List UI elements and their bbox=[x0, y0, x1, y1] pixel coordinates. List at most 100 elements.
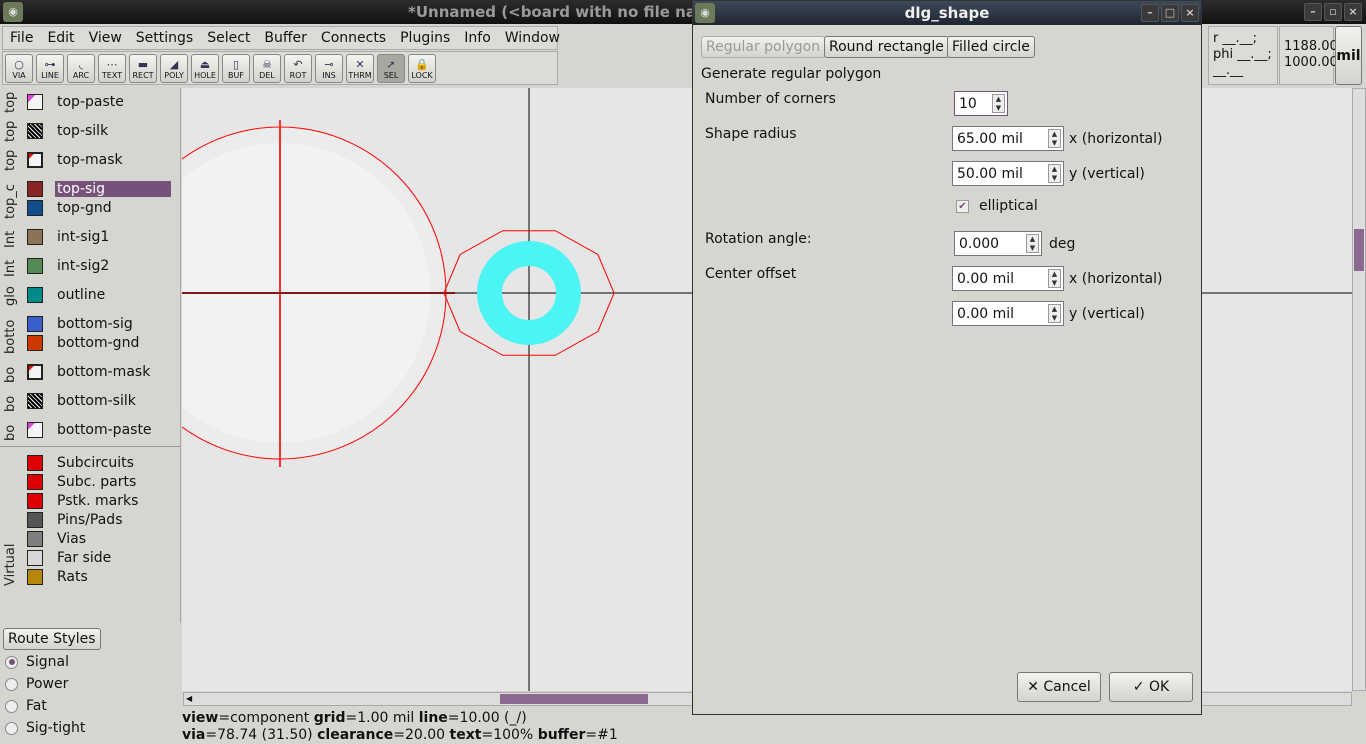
tool-thrm-button[interactable]: ✕ THRM bbox=[346, 54, 374, 83]
radius-y-spinbox[interactable]: 50.00 mil ▲ ▼ bbox=[952, 161, 1064, 186]
layer-subcircuits[interactable]: Subcircuits bbox=[27, 453, 136, 472]
menu-select[interactable]: Select bbox=[200, 27, 257, 49]
offset-x-spinbox[interactable]: 0.00 mil ▲ ▼ bbox=[952, 266, 1064, 291]
spin-arrows[interactable]: ▲ ▼ bbox=[1026, 234, 1039, 253]
tool-poly-button[interactable]: ◢ POLY bbox=[160, 54, 188, 83]
layer-group-label[interactable]: bo bbox=[3, 389, 18, 412]
layer-color-swatch[interactable] bbox=[27, 454, 43, 471]
layer-pstk-marks[interactable]: Pstk. marks bbox=[27, 491, 140, 510]
tool-line-button[interactable]: ⊶ LINE bbox=[36, 54, 64, 83]
radio-button[interactable] bbox=[5, 699, 18, 713]
menu-file[interactable]: File bbox=[3, 27, 40, 49]
layer-color-swatch[interactable] bbox=[27, 363, 43, 380]
route-style-power[interactable]: Power bbox=[0, 673, 181, 695]
layer-group-label[interactable]: top_c bbox=[3, 177, 18, 219]
layer-color-swatch[interactable] bbox=[27, 421, 43, 438]
radio-button[interactable] bbox=[5, 655, 18, 669]
rotation-spinbox[interactable]: 0.000 ▲ ▼ bbox=[954, 231, 1042, 256]
route-style-sig-tight[interactable]: Sig-tight bbox=[0, 717, 181, 739]
restore-button[interactable]: ▫ bbox=[1324, 3, 1342, 21]
tool-sel-button[interactable]: ➚ SEL bbox=[377, 54, 405, 83]
layer-bottom-mask[interactable]: bottom-mask bbox=[27, 362, 152, 381]
layer-color-swatch[interactable] bbox=[27, 286, 43, 303]
dialog-minimize-button[interactable]: – bbox=[1141, 4, 1159, 22]
layer-color-swatch[interactable] bbox=[27, 180, 43, 197]
menu-view[interactable]: View bbox=[82, 27, 129, 49]
radius-x-spinbox[interactable]: 65.00 mil ▲ ▼ bbox=[952, 126, 1064, 151]
layer-group-label[interactable]: Virtual bbox=[3, 453, 18, 586]
layer-rats[interactable]: Rats bbox=[27, 567, 90, 586]
unit-toggle-button[interactable]: mil bbox=[1335, 26, 1362, 85]
layer-color-swatch[interactable] bbox=[27, 492, 43, 509]
layer-group-label[interactable]: top bbox=[3, 119, 18, 142]
layer-group-label[interactable]: top bbox=[3, 148, 18, 171]
spin-arrows[interactable]: ▲ ▼ bbox=[1048, 129, 1061, 148]
layer-group-label[interactable]: Int bbox=[3, 225, 18, 248]
tool-buf-button[interactable]: ▯ BUF bbox=[222, 54, 250, 83]
layer-color-swatch[interactable] bbox=[27, 93, 43, 110]
layer-group-label[interactable]: botto bbox=[3, 312, 18, 354]
layer-color-swatch[interactable] bbox=[27, 549, 43, 566]
layer-far-side[interactable]: Far side bbox=[27, 548, 113, 567]
layer-color-swatch[interactable] bbox=[27, 257, 43, 274]
layer-group-label[interactable]: Int bbox=[3, 254, 18, 277]
layer-bottom-sig[interactable]: bottom-sig bbox=[27, 314, 135, 333]
menu-plugins[interactable]: Plugins bbox=[393, 27, 457, 49]
elliptical-checkbox[interactable]: ✔ bbox=[956, 199, 969, 213]
layer-bottom-gnd[interactable]: bottom-gnd bbox=[27, 333, 141, 352]
route-styles-button[interactable]: Route Styles bbox=[3, 628, 101, 650]
layer-top-gnd[interactable]: top-gnd bbox=[27, 198, 114, 217]
layer-top-silk[interactable]: top-silk bbox=[27, 121, 110, 140]
layer-group-label[interactable]: glo bbox=[3, 283, 18, 306]
layer-color-swatch[interactable] bbox=[27, 530, 43, 547]
spin-arrows[interactable]: ▲ ▼ bbox=[1048, 304, 1061, 323]
menu-edit[interactable]: Edit bbox=[40, 27, 81, 49]
layer-color-swatch[interactable] bbox=[27, 392, 43, 409]
scroll-left-arrow[interactable]: ◀ bbox=[186, 694, 192, 703]
layer-color-swatch[interactable] bbox=[27, 315, 43, 332]
tab-regular-polygon[interactable]: Regular polygon bbox=[701, 36, 826, 58]
radio-button[interactable] bbox=[5, 721, 18, 735]
tool-text-button[interactable]: ⋯ TEXT bbox=[98, 54, 126, 83]
corners-spinbox[interactable]: 10 ▲ ▼ bbox=[954, 91, 1008, 116]
close-button[interactable]: × bbox=[1344, 3, 1362, 21]
layer-bottom-paste[interactable]: bottom-paste bbox=[27, 420, 154, 439]
tool-rot-button[interactable]: ↶ ROT bbox=[284, 54, 312, 83]
layer-color-swatch[interactable] bbox=[27, 473, 43, 490]
minimize-button[interactable]: – bbox=[1304, 3, 1322, 21]
layer-color-swatch[interactable] bbox=[27, 334, 43, 351]
tool-arc-button[interactable]: ◟ ARC bbox=[67, 54, 95, 83]
tab-round-rectangle[interactable]: Round rectangle bbox=[824, 36, 949, 58]
ok-button[interactable]: ✓ OK bbox=[1109, 672, 1193, 702]
horizontal-scroll-thumb[interactable] bbox=[500, 694, 648, 704]
route-style-fat[interactable]: Fat bbox=[0, 695, 181, 717]
spin-arrows[interactable]: ▲ ▼ bbox=[1048, 164, 1061, 183]
layer-subc-parts[interactable]: Subc. parts bbox=[27, 472, 138, 491]
dialog-maximize-button[interactable]: □ bbox=[1161, 4, 1179, 22]
layer-int-sig1[interactable]: int-sig1 bbox=[27, 227, 111, 246]
layer-color-swatch[interactable] bbox=[27, 199, 43, 216]
tool-via-button[interactable]: ○ VIA bbox=[5, 54, 33, 83]
spin-arrows[interactable]: ▲ ▼ bbox=[992, 94, 1005, 113]
layer-color-swatch[interactable] bbox=[27, 228, 43, 245]
vertical-scrollbar[interactable] bbox=[1352, 88, 1366, 691]
layer-color-swatch[interactable] bbox=[27, 511, 43, 528]
layer-color-swatch[interactable] bbox=[27, 151, 43, 168]
route-style-signal[interactable]: Signal bbox=[0, 651, 181, 673]
layer-bottom-silk[interactable]: bottom-silk bbox=[27, 391, 138, 410]
layer-top-mask[interactable]: top-mask bbox=[27, 150, 125, 169]
layer-top-paste[interactable]: top-paste bbox=[27, 92, 126, 111]
offset-y-spinbox[interactable]: 0.00 mil ▲ ▼ bbox=[952, 301, 1064, 326]
vertical-scroll-thumb[interactable] bbox=[1354, 229, 1364, 271]
menu-window[interactable]: Window bbox=[498, 27, 567, 49]
tool-del-button[interactable]: ☠ DEL bbox=[253, 54, 281, 83]
menu-info[interactable]: Info bbox=[457, 27, 498, 49]
layer-group-label[interactable]: bo bbox=[3, 418, 18, 441]
layer-outline[interactable]: outline bbox=[27, 285, 107, 304]
menu-connects[interactable]: Connects bbox=[314, 27, 393, 49]
layer-group-label[interactable]: bo bbox=[3, 360, 18, 383]
tool-rect-button[interactable]: ▬ RECT bbox=[129, 54, 157, 83]
radio-button[interactable] bbox=[5, 677, 18, 691]
tool-lock-button[interactable]: 🔒 LOCK bbox=[408, 54, 436, 83]
layer-color-swatch[interactable] bbox=[27, 122, 43, 139]
